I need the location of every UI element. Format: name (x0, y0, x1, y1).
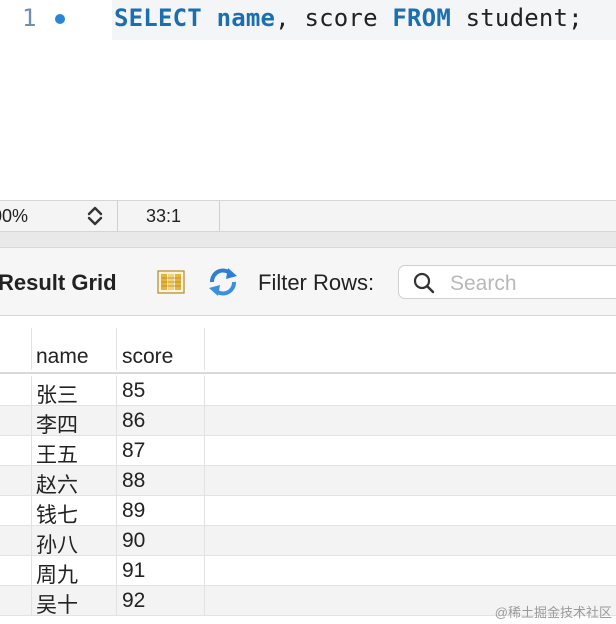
table-row[interactable]: 孙八 90 (0, 526, 616, 559)
cell-divider (204, 556, 205, 586)
cell-divider (116, 466, 117, 496)
cell-name[interactable]: 周九 (36, 559, 78, 589)
editor-status-bar: 00% 33:1 (0, 200, 616, 232)
panel-splitter[interactable] (0, 232, 616, 248)
cell-score[interactable]: 87 (122, 439, 145, 463)
cell-divider (31, 496, 32, 526)
result-grid[interactable]: name score 张三 85 李四 86 王五 87 赵六 88 钱七 89 孙八 90 周九 91 吴… (0, 316, 616, 624)
column-header-score[interactable]: score (122, 345, 173, 369)
grid-header: name score (0, 328, 616, 370)
table-row[interactable]: 周九 91 (0, 556, 616, 589)
result-toolbar: Result Grid Filter Rows: Search (0, 248, 616, 316)
cell-divider (31, 556, 32, 586)
column-header-name[interactable]: name (36, 345, 89, 369)
table-row[interactable]: 张三 85 (0, 376, 616, 409)
table-row[interactable]: 李四 86 (0, 406, 616, 439)
chevron-up-down-icon[interactable] (86, 204, 104, 228)
search-placeholder: Search (450, 272, 517, 295)
sql-keyword: FROM (392, 4, 451, 32)
cell-divider (116, 436, 117, 466)
result-grid-icon[interactable] (157, 270, 185, 294)
filter-search-input[interactable]: Search (398, 265, 616, 299)
zoom-value: 00% (0, 206, 29, 226)
sql-statement[interactable]: SELECT name, score FROM student; (114, 4, 583, 32)
header-separator (0, 372, 616, 374)
search-icon (413, 272, 435, 294)
sql-keyword: name (216, 4, 276, 32)
column-divider[interactable] (116, 328, 117, 370)
refresh-icon[interactable] (206, 267, 240, 297)
cell-score[interactable]: 86 (122, 409, 145, 433)
cell-divider (116, 376, 117, 406)
sql-editor[interactable]: 1 SELECT name, score FROM student; (0, 0, 616, 200)
cell-name[interactable]: 吴十 (36, 589, 78, 619)
cell-divider (116, 526, 117, 556)
cell-divider (116, 496, 117, 526)
cell-name[interactable]: 钱七 (36, 499, 78, 529)
cell-divider (204, 376, 205, 406)
cursor-position-value: 33:1 (146, 206, 182, 226)
cell-divider (31, 466, 32, 496)
cell-score[interactable]: 91 (122, 559, 145, 583)
filter-rows-label: Filter Rows: (258, 270, 375, 295)
cell-score[interactable]: 85 (122, 379, 145, 403)
cell-divider (116, 556, 117, 586)
cell-name[interactable]: 孙八 (36, 529, 78, 559)
line-number: 1 (22, 4, 37, 32)
editor-line-1[interactable]: 1 SELECT name, score FROM student; (0, 0, 616, 40)
cursor-position: 33:1 (118, 201, 220, 231)
table-row[interactable]: 钱七 89 (0, 496, 616, 529)
cell-name[interactable]: 赵六 (36, 469, 78, 499)
result-grid-title[interactable]: Result Grid (0, 270, 117, 296)
cell-divider (204, 496, 205, 526)
cell-divider (116, 406, 117, 436)
cell-divider (31, 436, 32, 466)
cell-score[interactable]: 88 (122, 469, 145, 493)
column-divider[interactable] (204, 328, 205, 370)
cell-divider (204, 586, 205, 616)
table-row[interactable]: 王五 87 (0, 436, 616, 469)
cell-name[interactable]: 李四 (36, 409, 78, 439)
cell-name[interactable]: 王五 (36, 439, 78, 469)
cell-score[interactable]: 89 (122, 499, 145, 523)
watermark: @稀土掘金技术社区 (494, 605, 612, 620)
cell-divider (204, 466, 205, 496)
cell-divider (31, 586, 32, 616)
sql-keyword: SELECT (114, 4, 202, 32)
sql-text: student; (450, 4, 583, 32)
grid-rows: 张三 85 李四 86 王五 87 赵六 88 钱七 89 孙八 90 周九 91 吴十 92 (0, 376, 616, 619)
cell-divider (204, 436, 205, 466)
cell-divider (204, 406, 205, 436)
zoom-selector[interactable]: 00% (0, 201, 118, 231)
statement-marker-icon[interactable] (55, 14, 65, 24)
cell-divider (116, 586, 117, 616)
cell-score[interactable]: 92 (122, 589, 145, 613)
cell-name[interactable]: 张三 (36, 379, 78, 409)
table-row[interactable]: 赵六 88 (0, 466, 616, 499)
cell-divider (31, 376, 32, 406)
cell-divider (31, 526, 32, 556)
column-divider[interactable] (31, 328, 32, 370)
cell-divider (31, 406, 32, 436)
cell-divider (204, 526, 205, 556)
sql-text: , score (275, 4, 393, 32)
cell-score[interactable]: 90 (122, 529, 145, 553)
